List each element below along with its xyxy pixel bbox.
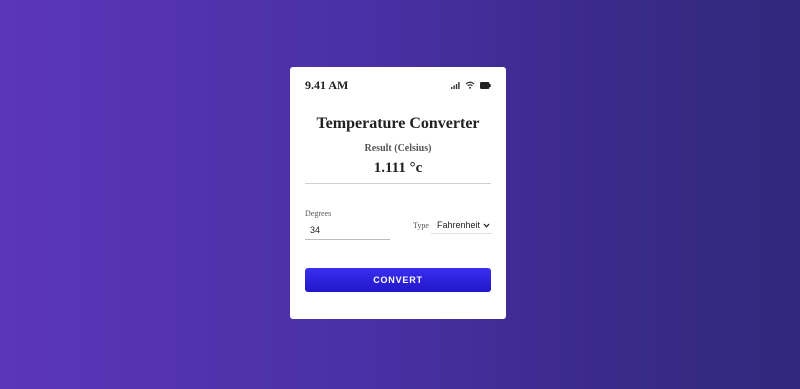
converter-card: 9.41 AM Temperature Converter Result (Ce… bbox=[290, 67, 506, 319]
type-select-value: Fahrenheit bbox=[437, 219, 481, 230]
type-select[interactable]: Fahrenheit bbox=[431, 216, 492, 234]
status-icons bbox=[451, 81, 491, 89]
result-label: Result (Celsius) bbox=[364, 143, 432, 154]
convert-button[interactable]: CONVERT bbox=[305, 268, 491, 292]
status-time: 9.41 AM bbox=[305, 77, 349, 92]
result-value: 1.111 °c bbox=[373, 160, 423, 176]
type-label: Type bbox=[413, 221, 429, 230]
status-bar: 9.41 AM bbox=[305, 77, 491, 93]
degrees-input[interactable] bbox=[305, 221, 390, 240]
result-divider bbox=[305, 183, 491, 184]
battery-icon bbox=[480, 81, 491, 89]
page-title: Temperature Converter bbox=[316, 115, 480, 132]
wifi-icon bbox=[465, 81, 475, 89]
signal-icon bbox=[451, 81, 460, 89]
degrees-label: Degrees bbox=[305, 209, 332, 218]
chevron-down-icon bbox=[483, 220, 490, 230]
